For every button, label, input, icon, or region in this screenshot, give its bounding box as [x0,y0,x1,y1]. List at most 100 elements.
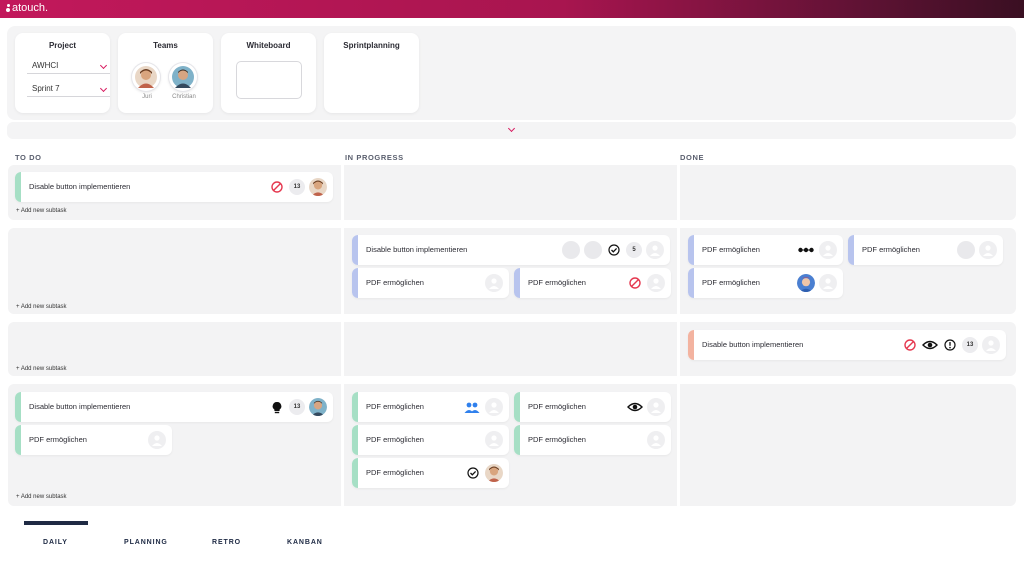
add-subtask-link[interactable]: + Add new subtask [16,494,67,500]
avatar-placeholder[interactable] [957,241,975,259]
alert-icon[interactable] [942,337,958,353]
avatar[interactable] [309,178,327,196]
column-header-done: DONE [680,153,705,162]
user-placeholder-icon[interactable] [485,274,503,292]
avatar-icon [309,178,327,196]
task-title: PDF ermöglichen [528,402,586,411]
eye-icon[interactable] [627,399,643,415]
user-placeholder-icon[interactable] [647,274,665,292]
story-points-badge: 13 [962,337,978,353]
task-title: PDF ermöglichen [29,435,87,444]
task-card[interactable]: PDF ermöglichen [848,235,1003,265]
task-title: PDF ermöglichen [528,435,586,444]
project-select[interactable]: AWHCI [27,58,110,74]
blocked-icon[interactable] [627,275,643,291]
avatar[interactable] [797,274,815,292]
user-placeholder-icon[interactable] [647,431,665,449]
teams-card: Teams Juri Christian [118,33,213,113]
bottom-tab-bar: DAILY PLANNING RETRO KANBAN [0,520,1024,562]
tab-retro[interactable]: RETRO [212,539,241,546]
team-member-christian[interactable]: Christian [169,63,199,100]
app-logo[interactable]: atouch. [6,2,48,14]
check-circle-icon[interactable] [606,242,622,258]
more-dots-icon[interactable] [797,242,815,258]
task-card[interactable]: Disable button implementieren 13 [688,330,1006,360]
project-value: AWHCI [32,61,59,70]
task-card[interactable]: PDF ermöglichen [514,392,671,422]
lane-3-in-progress [344,322,677,376]
blocked-icon[interactable] [269,179,285,195]
task-title: Disable button implementieren [702,340,804,349]
task-card[interactable]: PDF ermöglichen [688,235,843,265]
check-circle-icon[interactable] [465,465,481,481]
avatar[interactable] [309,398,327,416]
collapse-toggle[interactable] [7,122,1016,139]
task-card[interactable]: PDF ermöglichen [352,268,509,298]
task-title: PDF ermöglichen [366,402,424,411]
tab-daily[interactable]: DAILY [43,539,68,546]
lightbulb-icon[interactable] [269,399,285,415]
member-name: Christian [172,94,196,100]
lane-1-in-progress [344,165,677,220]
task-card[interactable]: Disable button implementieren 5 [352,235,670,265]
eye-icon[interactable] [922,337,938,353]
avatar-placeholder[interactable] [562,241,580,259]
lane-1-done [680,165,1016,220]
avatar-placeholder[interactable] [584,241,602,259]
user-placeholder-icon[interactable] [647,398,665,416]
avatar-icon [172,66,194,88]
task-card[interactable]: PDF ermöglichen [15,425,172,455]
avatar-icon [309,398,327,416]
user-placeholder-icon[interactable] [819,274,837,292]
task-card[interactable]: PDF ermöglichen [514,268,671,298]
chevron-down-icon [99,61,108,70]
sprintplanning-card[interactable]: Sprintplanning [324,33,419,113]
teams-title: Teams [153,41,178,50]
add-subtask-link[interactable]: + Add new subtask [16,304,67,310]
tab-planning[interactable]: PLANNING [124,539,168,546]
sprint-select[interactable]: Sprint 7 [27,81,110,97]
project-title: Project [48,41,77,50]
story-points-badge: 13 [289,179,305,195]
task-card[interactable]: Disable button implementieren 13 [15,172,333,202]
sprint-value: Sprint 7 [32,84,60,93]
blocked-icon[interactable] [902,337,918,353]
task-card[interactable]: Disable button implementieren 13 [15,392,333,422]
avatar[interactable] [485,464,503,482]
avatar-icon [797,274,815,292]
task-title: PDF ermöglichen [702,278,760,287]
user-placeholder-icon[interactable] [979,241,997,259]
avatar-icon [135,66,157,88]
task-title: PDF ermöglichen [366,278,424,287]
story-points-badge: 13 [289,399,305,415]
lane-2-todo [8,228,341,314]
user-placeholder-icon[interactable] [819,241,837,259]
user-placeholder-icon[interactable] [485,398,503,416]
add-subtask-link[interactable]: + Add new subtask [16,208,67,214]
user-placeholder-icon[interactable] [982,336,1000,354]
task-card[interactable]: PDF ermöglichen [352,458,509,488]
task-card[interactable]: PDF ermöglichen [352,425,509,455]
task-title: Disable button implementieren [29,402,131,411]
user-placeholder-icon[interactable] [485,431,503,449]
chevron-down-icon [507,124,516,133]
people-icon[interactable] [463,399,481,415]
tab-kanban[interactable]: KANBAN [287,539,323,546]
user-placeholder-icon[interactable] [646,241,664,259]
logo-icon [6,4,10,12]
task-title: Disable button implementieren [29,182,131,191]
task-card[interactable]: PDF ermöglichen [688,268,843,298]
task-title: PDF ermöglichen [528,278,586,287]
whiteboard-preview[interactable] [236,61,302,99]
add-subtask-link[interactable]: + Add new subtask [16,366,67,372]
task-card[interactable]: PDF ermöglichen [352,392,509,422]
task-card[interactable]: PDF ermöglichen [514,425,671,455]
task-title: Disable button implementieren [366,245,468,254]
avatar-icon [485,464,503,482]
whiteboard-title: Whiteboard [246,41,291,50]
column-header-in-progress: IN PROGRESS [345,153,404,162]
team-member-juri[interactable]: Juri [132,63,162,100]
user-placeholder-icon[interactable] [148,431,166,449]
top-bar: atouch. [0,0,1024,18]
whiteboard-card[interactable]: Whiteboard [221,33,316,113]
